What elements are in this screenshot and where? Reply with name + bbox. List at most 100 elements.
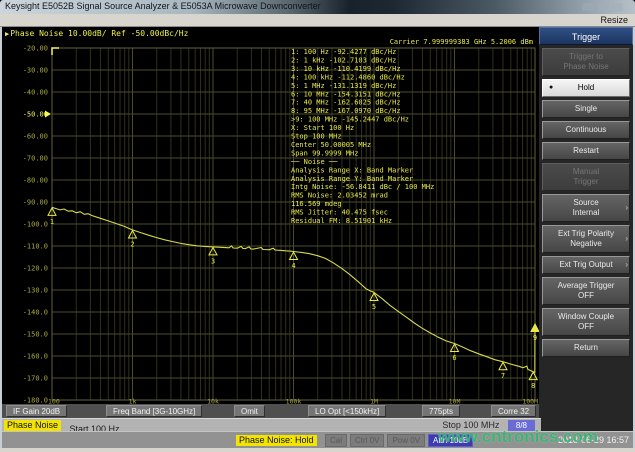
svg-text:3: 10 kHz -110.4199 dBc/Hz: 3: 10 kHz -110.4199 dBc/Hz	[291, 65, 401, 73]
softkey-button-list: Trigger toPhase Noise ●Hold Single Continuo…	[539, 48, 633, 357]
setting-omit[interactable]: Omit	[234, 405, 265, 417]
svg-text:-160.0: -160.0	[23, 353, 48, 361]
svg-text:Residual FM: 8.51901 kHz: Residual FM: 8.51901 kHz	[291, 217, 392, 225]
svg-text:Stop 100 MHz: Stop 100 MHz	[291, 133, 342, 141]
setting-lo-opt-150khz-[interactable]: LO Opt [<150kHz]	[308, 405, 386, 417]
softkey-restart[interactable]: Restart	[542, 142, 630, 160]
svg-text:-40.00: -40.00	[23, 89, 48, 97]
trace-scale-label: Phase Noise 10.00dB/ Ref -50.00dBc/Hz	[10, 29, 188, 38]
window-frame-left	[0, 27, 2, 448]
svg-text:3: 3	[211, 257, 215, 265]
svg-text:-140.0: -140.0	[23, 309, 48, 317]
svg-text:4: 100 kHz -112.4860 dBc/Hz: 4: 100 kHz -112.4860 dBc/Hz	[291, 73, 405, 81]
softkey-single[interactable]: Single	[542, 100, 630, 118]
setting-if-gain-20db[interactable]: IF Gain 20dB	[6, 405, 67, 417]
svg-text:-100.0: -100.0	[23, 221, 48, 229]
trace-indicator-icon: ▶	[5, 30, 9, 38]
svg-text:1: 1	[50, 218, 54, 226]
svg-text:── Noise ──: ── Noise ──	[290, 158, 338, 166]
svg-text:2: 1 kHz -102.7103 dBc/Hz: 2: 1 kHz -102.7103 dBc/Hz	[291, 56, 396, 64]
svg-text:Span 99.9999 MHz: Span 99.9999 MHz	[291, 149, 358, 157]
svg-text:Analysis Range X: Band Marker: Analysis Range X: Band Marker	[291, 166, 413, 174]
softkey-ext-trig-output[interactable]: Ext Trig Output›	[542, 256, 630, 274]
svg-text:>9: 100 MHz -145.2447 dBc/Hz: >9: 100 MHz -145.2447 dBc/Hz	[291, 116, 409, 124]
measurement-settings-bar: IF Gain 20dB Freq Band [3G-10GHz] Omit LO O…	[2, 404, 541, 418]
svg-text:9: 9	[533, 334, 537, 342]
svg-text:RMS Jitter: 40.475 fsec: RMS Jitter: 40.475 fsec	[291, 209, 388, 217]
menubar: Resize	[0, 14, 635, 27]
app-window: Keysight E5052B Signal Source Analyzer &…	[0, 0, 635, 452]
svg-text:-80.00: -80.00	[23, 177, 48, 185]
window-controls	[582, 3, 623, 11]
svg-text:-180.0: -180.0	[23, 397, 48, 405]
svg-text:-60.00: -60.00	[23, 133, 48, 141]
setting-corre-32[interactable]: Corre 32	[491, 405, 536, 417]
marker-table: Carrier 7.999999383 GHz 5.2006 dBm 1: 10…	[290, 38, 533, 225]
svg-text:RMS Noise: 2.03452 mrad: RMS Noise: 2.03452 mrad	[291, 192, 388, 200]
softkey-trigger-to: Trigger toPhase Noise	[542, 48, 630, 76]
svg-text:-50.00: -50.00	[23, 111, 48, 119]
svg-text:7: 40 MHz -162.6025 dBc/Hz: 7: 40 MHz -162.6025 dBc/Hz	[291, 99, 401, 107]
maximize-button[interactable]	[597, 3, 608, 11]
marker-8[interactable]: 8	[529, 372, 537, 390]
plot-canvas[interactable]: -20.00 -30.00 -40.00 -50.00 -60.00 -70.00 -80.…	[2, 27, 539, 404]
softkey-menu: Trigger Trigger toPhase Noise ●Hold Single…	[539, 27, 633, 432]
svg-text:1: 100 Hz -92.4277 dBc/Hz: 1: 100 Hz -92.4277 dBc/Hz	[291, 48, 396, 56]
menu-title: Trigger	[539, 27, 633, 45]
softkey-ext-trig-polarity[interactable]: Ext Trig PolarityNegative›	[542, 225, 630, 253]
svg-text:-120.0: -120.0	[23, 265, 48, 273]
svg-text:Analysis Range Y: Band Marker: Analysis Range Y: Band Marker	[291, 175, 413, 183]
svg-text:5: 5	[372, 303, 376, 311]
svg-text:-30.00: -30.00	[23, 67, 48, 75]
svg-text:-150.0: -150.0	[23, 331, 48, 339]
softkey-return[interactable]: Return	[542, 339, 630, 357]
status-cal: Cal	[325, 434, 347, 447]
close-button[interactable]	[612, 3, 623, 11]
ref-level-arrow-icon	[45, 111, 51, 118]
svg-text:Center 50.00005 MHz: Center 50.00005 MHz	[291, 141, 371, 149]
y-axis-labels: -20.00 -30.00 -40.00 -50.00 -60.00 -70.00 -80.…	[23, 45, 48, 405]
chevron-right-icon: ›	[625, 260, 628, 270]
svg-text:6: 6	[452, 354, 456, 362]
softkey-average-trigger[interactable]: Average TriggerOFF	[542, 277, 630, 305]
svg-text:116.569 mdeg: 116.569 mdeg	[291, 200, 342, 208]
phase-noise-plot[interactable]: -20.00 -30.00 -40.00 -50.00 -60.00 -70.00 -80.…	[2, 27, 539, 404]
softkey-source[interactable]: SourceInternal›	[542, 194, 630, 222]
trace-header: ▶Phase Noise 10.00dB/ Ref -50.00dBc/Hz	[5, 29, 188, 38]
setting-775pts[interactable]: 775pts	[422, 405, 460, 417]
status-pow-0v: Pow 0V	[387, 434, 425, 447]
svg-text:4: 4	[291, 262, 295, 270]
svg-text:Carrier 7.999999383 GHz 5.20: Carrier 7.999999383 GHz 5.2006 dBm	[390, 38, 533, 46]
svg-text:8: 8	[531, 382, 535, 390]
titlebar[interactable]: Keysight E5052B Signal Source Analyzer &…	[0, 0, 635, 14]
grid-corner-mark	[52, 48, 59, 55]
watermark: www.cntronics.com	[438, 427, 634, 447]
svg-text:X: Start 100 Hz: X: Start 100 Hz	[291, 124, 354, 132]
window-title: Keysight E5052B Signal Source Analyzer &…	[5, 1, 321, 11]
chevron-right-icon: ›	[625, 234, 628, 244]
measurement-type-badge: Phase Noise	[4, 420, 61, 431]
softkey-continuous[interactable]: Continuous	[542, 121, 630, 139]
trigger-status-badge: Phase Noise: Hold	[236, 435, 317, 446]
svg-text:2: 2	[130, 240, 134, 248]
softkey-manual: ManualTrigger	[542, 163, 630, 191]
svg-text:-90.00: -90.00	[23, 199, 48, 207]
resize-menu-item[interactable]: Resize	[600, 15, 628, 25]
setting-freq-band-3g-10ghz-[interactable]: Freq Band [3G-10GHz]	[106, 405, 202, 417]
minimize-button[interactable]	[582, 3, 593, 11]
svg-text:-20.00: -20.00	[23, 45, 48, 53]
main-area: -20.00 -30.00 -40.00 -50.00 -60.00 -70.00 -80.…	[2, 27, 633, 404]
softkey-window-couple[interactable]: Window CoupleOFF	[542, 308, 630, 336]
status-ctrl-0v: Ctrl 0V	[350, 434, 384, 447]
svg-text:Intg Noise: -56.8411 dBc / 100: Intg Noise: -56.8411 dBc / 100 MHz	[291, 183, 434, 191]
svg-text:-70.00: -70.00	[23, 155, 48, 163]
softkey-hold[interactable]: ●Hold	[542, 79, 630, 97]
svg-text:8: 95 MHz -167.0970 dBc/Hz: 8: 95 MHz -167.0970 dBc/Hz	[291, 107, 401, 115]
chevron-right-icon: ›	[625, 203, 628, 213]
svg-text:-170.0: -170.0	[23, 375, 48, 383]
selected-bullet-icon: ●	[549, 83, 553, 93]
window-frame-bottom	[0, 448, 635, 452]
svg-text:-130.0: -130.0	[23, 287, 48, 295]
svg-text:7: 7	[501, 372, 505, 380]
svg-text:6: 10 MHz -154.3151 dBc/Hz: 6: 10 MHz -154.3151 dBc/Hz	[291, 90, 401, 98]
